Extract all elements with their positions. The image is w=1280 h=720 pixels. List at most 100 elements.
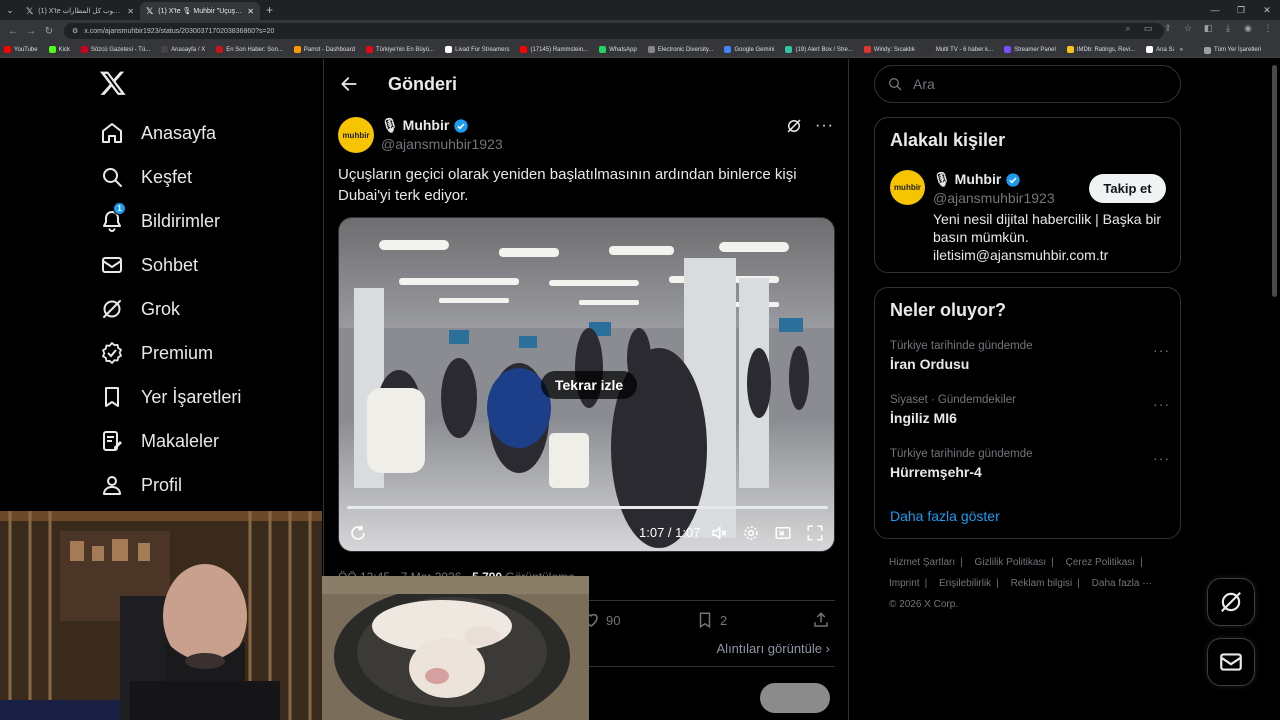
- bookmark-item[interactable]: Kick: [48, 46, 70, 53]
- replay-icon[interactable]: [349, 524, 367, 542]
- video-player[interactable]: Tekrar izle 1:07 / 1:07: [338, 217, 835, 552]
- reply-button[interactable]: [760, 683, 830, 713]
- nav-item-messages[interactable]: Sohbet: [88, 243, 198, 287]
- bookmark-item[interactable]: Livad For Streamers: [445, 46, 509, 53]
- bookmark-item[interactable]: Streamer Panel: [1004, 46, 1056, 53]
- settings-gear-icon[interactable]: [742, 524, 760, 542]
- bookmark-favicon-icon: [293, 46, 301, 53]
- footer-link[interactable]: Imprint: [889, 578, 920, 589]
- menu-icon[interactable]: ⋮: [1262, 23, 1274, 34]
- bookmark-item[interactable]: Windy: Sıcaklık: [863, 46, 915, 53]
- search-box[interactable]: Ara: [874, 65, 1181, 103]
- author-block[interactable]: 🎙 Muhbir @ajansmuhbir1923: [381, 117, 503, 152]
- trend-context: Türkiye tarihinde gündemde: [890, 340, 1033, 352]
- author-avatar[interactable]: muhbir: [338, 117, 374, 153]
- url-field[interactable]: ⚙ x.com/ajansmuhbir1923/status/203003717…: [64, 23, 1164, 39]
- more-options-icon[interactable]: ···: [1153, 396, 1170, 412]
- bookmark-item[interactable]: Anasayfa / X: [161, 46, 205, 53]
- bookmark-item[interactable]: Electronic Diversity...: [647, 46, 713, 53]
- reload-icon[interactable]: ↻: [40, 26, 58, 37]
- cast-icon[interactable]: ▭: [1142, 23, 1154, 34]
- pet-camera-overlay: [322, 576, 589, 720]
- replay-button[interactable]: Tekrar izle: [541, 371, 638, 399]
- avatar[interactable]: muhbir: [890, 170, 925, 205]
- related-user-name[interactable]: 🎙 Muhbir: [933, 171, 1021, 188]
- close-window-icon[interactable]: ✕: [1254, 0, 1280, 20]
- grok-fab-button[interactable]: [1207, 578, 1255, 626]
- back-nav-icon[interactable]: ←: [4, 26, 22, 37]
- footer-link[interactable]: Hizmet Şartları: [889, 557, 955, 568]
- bookmark-label: Kick: [58, 46, 70, 53]
- maximize-icon[interactable]: ❐: [1228, 0, 1254, 20]
- chevron-double-right-icon[interactable]: »: [1180, 47, 1183, 53]
- webcam-frame: [0, 511, 322, 720]
- page-scrollbar[interactable]: [1272, 65, 1277, 297]
- follow-button[interactable]: Takip et: [1089, 174, 1166, 203]
- back-arrow-icon[interactable]: [324, 74, 374, 94]
- bookmark-item[interactable]: Multi TV - 6 haber k...: [925, 46, 993, 53]
- volume-icon[interactable]: [710, 524, 728, 542]
- browser-tab-1[interactable]: 𝕏 (1) X'te مفضوب كل المطارات ✕: [20, 2, 140, 20]
- bookmark-item[interactable]: Google Gemini: [724, 46, 774, 53]
- bookmark-item[interactable]: Türkiye'nin En Büyü...: [365, 46, 434, 53]
- picture-in-picture-icon[interactable]: [774, 524, 792, 542]
- x-logo-icon[interactable]: [99, 69, 127, 97]
- nav-item-premium[interactable]: Premium: [88, 331, 213, 375]
- fullscreen-icon[interactable]: [806, 524, 824, 542]
- share-button[interactable]: [812, 611, 830, 629]
- nav-item-profile[interactable]: Profil: [88, 463, 182, 507]
- bookmark-button[interactable]: 2: [696, 611, 727, 629]
- download-icon[interactable]: ⤓: [1222, 23, 1234, 34]
- tab-search-icon[interactable]: ⌄: [0, 0, 20, 20]
- video-progress-bar[interactable]: [347, 506, 828, 509]
- bookmark-item[interactable]: En Son Haber: Son...: [216, 46, 283, 53]
- forward-nav-icon[interactable]: →: [22, 26, 40, 37]
- nav-item-explore[interactable]: Keşfet: [88, 155, 192, 199]
- nav-item-home[interactable]: Anasayfa: [88, 111, 216, 155]
- more-options-icon[interactable]: ···: [1153, 450, 1170, 466]
- close-tab-icon[interactable]: ✕: [127, 7, 134, 16]
- footer-link[interactable]: Daha fazla ···: [1092, 578, 1153, 589]
- bookmark-favicon-icon: [4, 46, 11, 53]
- trend-item[interactable]: Türkiye tarihinde gündemde İran Ordusu ·…: [890, 340, 1170, 372]
- trend-item[interactable]: Siyaset · Gündemdekiler İngiliz MI6 ···: [890, 394, 1170, 426]
- bookmark-item[interactable]: YouTube: [4, 46, 38, 53]
- zoom-icon[interactable]: ⌕: [1122, 23, 1134, 34]
- nav-item-grok[interactable]: Grok: [88, 287, 180, 331]
- profile-icon[interactable]: ◉: [1242, 23, 1254, 34]
- bookmark-item[interactable]: (17145) Rammstein...: [520, 46, 588, 53]
- trend-item[interactable]: Türkiye tarihinde gündemde Hürremşehr-4 …: [890, 448, 1170, 480]
- bookmark-item[interactable]: Parrot - Dashboard: [293, 46, 355, 53]
- nav-item-notifications[interactable]: 1 Bildirimler: [88, 199, 220, 243]
- bookmark-item[interactable]: Sözcü Gazetesi - Tü...: [80, 46, 150, 53]
- site-info-icon[interactable]: ⚙: [72, 27, 78, 35]
- bookmark-item[interactable]: WhatsApp: [599, 46, 637, 53]
- show-more-link[interactable]: Daha fazla göster: [890, 508, 1000, 524]
- view-quotes-link[interactable]: Alıntıları görüntüle ›: [717, 641, 830, 656]
- minimize-icon[interactable]: —: [1202, 0, 1228, 20]
- bookmark-item[interactable]: IMDb: Ratings, Revi...: [1066, 46, 1135, 53]
- author-handle[interactable]: @ajansmuhbir1923: [381, 136, 503, 152]
- star-icon[interactable]: ☆: [1182, 23, 1194, 34]
- grok-explain-icon[interactable]: [785, 117, 803, 135]
- nav-item-bookmarks[interactable]: Yer İşaretleri: [88, 375, 241, 419]
- close-tab-icon[interactable]: ✕: [247, 7, 254, 16]
- trend-name: İngiliz MI6: [890, 410, 957, 426]
- messages-fab-button[interactable]: [1207, 638, 1255, 686]
- related-user-handle[interactable]: @ajansmuhbir1923: [933, 190, 1055, 206]
- share-icon[interactable]: ⇪: [1162, 23, 1174, 34]
- browser-tab-2[interactable]: 𝕏 (1) X'te 🎙 Muhbir "Uçuşların geçici ✕: [140, 2, 260, 20]
- footer-link[interactable]: Gizlilik Politikası: [975, 557, 1047, 568]
- footer-link[interactable]: Erişilebilirlik: [939, 578, 991, 589]
- more-options-icon[interactable]: ···: [815, 117, 834, 135]
- bookmark-item[interactable]: (19) Alert Box / Stre...: [785, 46, 853, 53]
- nav-item-articles[interactable]: Makaleler: [88, 419, 219, 463]
- all-bookmarks-folder[interactable]: Tüm Yer İşaretleri: [1203, 46, 1261, 54]
- extensions-icon[interactable]: ◧: [1202, 23, 1214, 34]
- author-name[interactable]: 🎙 Muhbir: [381, 117, 449, 134]
- new-tab-icon[interactable]: +: [260, 3, 279, 17]
- footer-link[interactable]: Çerez Politikası: [1066, 557, 1135, 568]
- footer-link[interactable]: Reklam bilgisi: [1011, 578, 1073, 589]
- more-options-icon[interactable]: ···: [1153, 342, 1170, 358]
- trend-context: Türkiye tarihinde gündemde: [890, 448, 1033, 460]
